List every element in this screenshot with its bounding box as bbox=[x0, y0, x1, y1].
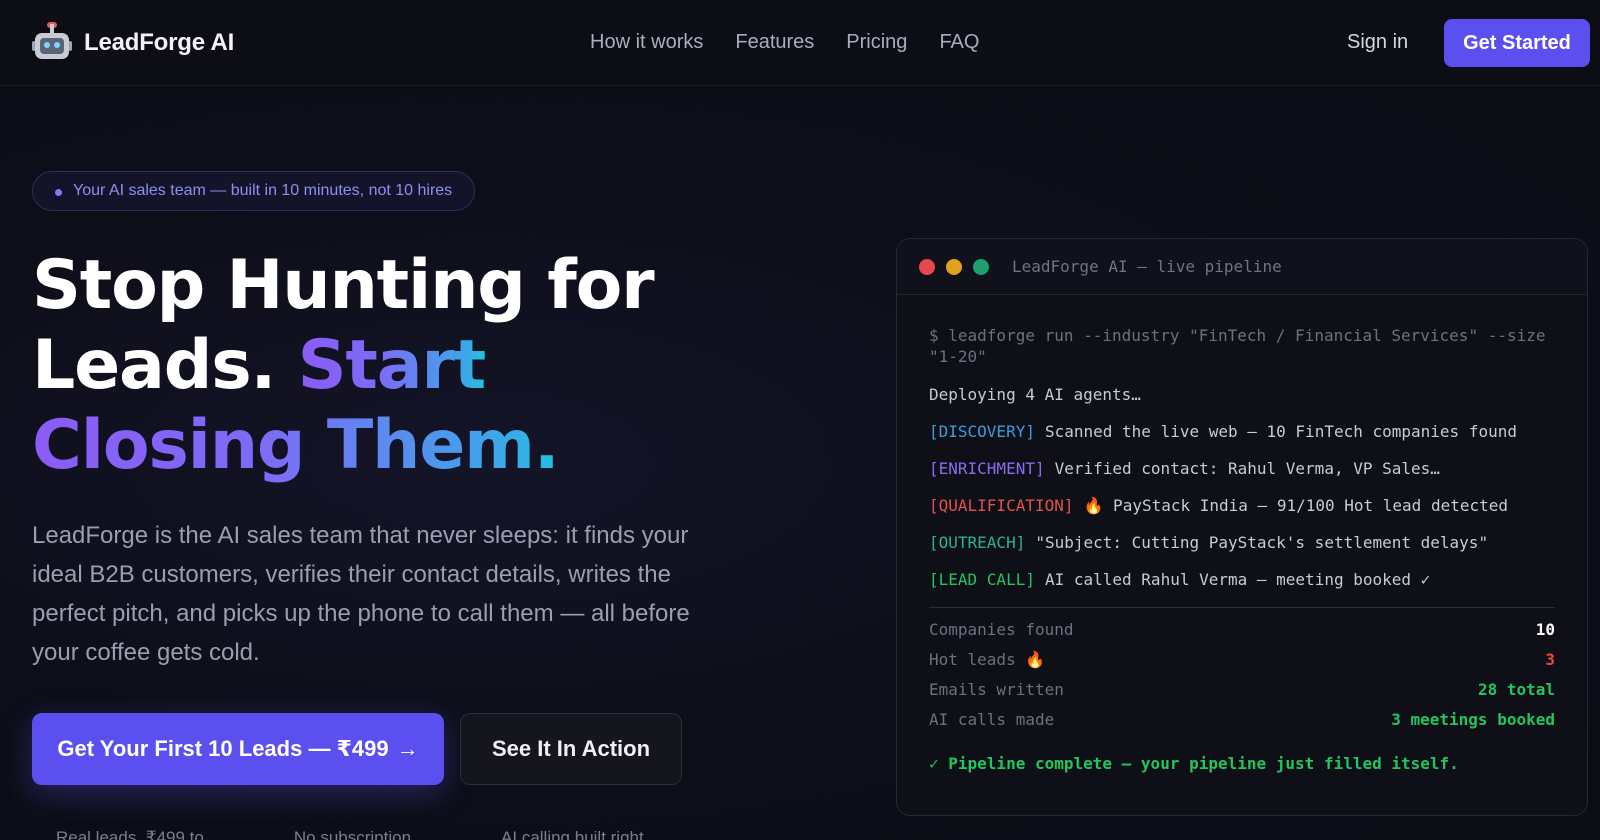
stat-row: AI calls made 3 meetings booked bbox=[929, 710, 1555, 740]
footnote-item: AI calling built right bbox=[501, 828, 644, 840]
stat-row: Emails written 28 total bbox=[929, 680, 1555, 710]
badge-dot-icon bbox=[55, 189, 62, 196]
log-tag: [OUTREACH] bbox=[929, 533, 1026, 552]
top-nav: LeadForge AI How it works Features Prici… bbox=[0, 0, 1600, 86]
nav-link-how-it-works[interactable]: How it works bbox=[590, 31, 703, 54]
get-started-button[interactable]: Get Started bbox=[1444, 19, 1590, 67]
terminal-log-line: [DISCOVERY] Scanned the live web — 10 Fin… bbox=[929, 421, 1555, 458]
nav-link-features[interactable]: Features bbox=[735, 31, 814, 54]
stat-label: Companies found bbox=[929, 620, 1074, 639]
terminal-stats: Companies found 10 Hot leads 🔥 3 Emails writ… bbox=[929, 620, 1555, 740]
footnote-item: Real leads, ₹499 to bbox=[56, 828, 204, 840]
robot-icon bbox=[32, 22, 72, 62]
sign-in-link[interactable]: Sign in bbox=[1347, 31, 1408, 54]
terminal-divider bbox=[929, 607, 1555, 608]
footnote-item: No subscription bbox=[293, 828, 412, 840]
terminal-log-line: [OUTREACH] "Subject: Cutting PayStack's s… bbox=[929, 532, 1555, 569]
log-tag: [DISCOVERY] bbox=[929, 422, 1035, 441]
terminal-log: [DISCOVERY] Scanned the live web — 10 Fin… bbox=[929, 421, 1555, 606]
log-text: "Subject: Cutting PayStack's settlement … bbox=[1035, 533, 1489, 552]
nav-links: How it works Features Pricing FAQ bbox=[590, 31, 1011, 54]
stat-value: 28 total bbox=[1477, 680, 1555, 699]
hero-footnotes: Real leads, ₹499 to No subscription AI c… bbox=[56, 828, 734, 840]
terminal-log-line: [QUALIFICATION] 🔥 PayStack India — 91/100… bbox=[929, 495, 1555, 532]
see-it-in-action-button[interactable]: See It In Action bbox=[460, 713, 682, 785]
stat-label: AI calls made bbox=[929, 710, 1055, 729]
stat-row: Hot leads 🔥 3 bbox=[929, 650, 1555, 680]
terminal-body: $ leadforge run --industry "FinTech / Fi… bbox=[897, 295, 1587, 773]
stat-label: Emails written bbox=[929, 680, 1064, 699]
primary-cta-label: Get Your First 10 Leads — ₹499 bbox=[57, 736, 389, 761]
get-first-leads-button[interactable]: Get Your First 10 Leads — ₹499 → bbox=[32, 713, 444, 785]
headline-gradient-1: Start bbox=[297, 326, 487, 405]
log-tag: [LEAD CALL] bbox=[929, 570, 1035, 589]
brand[interactable]: LeadForge AI bbox=[32, 22, 235, 62]
log-text: 🔥 PayStack India — 91/100 Hot lead detec… bbox=[1083, 496, 1509, 515]
log-tag: [QUALIFICATION] bbox=[929, 496, 1074, 515]
maximize-dot-icon bbox=[973, 258, 989, 275]
minimize-dot-icon bbox=[946, 258, 962, 275]
terminal-command: $ leadforge run --industry "FinTech / Fi… bbox=[929, 326, 1546, 366]
stat-value: 10 bbox=[1535, 620, 1555, 639]
hero-badge: Your AI sales team — built in 10 minutes… bbox=[32, 171, 476, 211]
stat-row: Companies found 10 bbox=[929, 620, 1555, 650]
stat-value: 3 meetings booked bbox=[1391, 710, 1555, 729]
hero-badge-text: Your AI sales team — built in 10 minutes… bbox=[73, 182, 453, 199]
arrow-right-icon: → bbox=[396, 736, 419, 761]
log-text: Scanned the live web — 10 FinTech compan… bbox=[1044, 422, 1517, 441]
hero-description: LeadForge is the AI sales team that neve… bbox=[32, 522, 690, 666]
log-tag: [ENRICHMENT] bbox=[929, 459, 1045, 478]
terminal-deploying: Deploying 4 AI agents… bbox=[929, 385, 1141, 404]
terminal-title-bar: LeadForge AI — live pipeline bbox=[897, 239, 1587, 295]
stat-label: Hot leads 🔥 bbox=[929, 650, 1046, 669]
pipeline-complete-message: ✓ Pipeline complete — your pipeline just… bbox=[929, 754, 1459, 773]
terminal-title: LeadForge AI — live pipeline bbox=[1012, 257, 1282, 276]
terminal-log-line: [ENRICHMENT] Verified contact: Rahul Verm… bbox=[929, 458, 1555, 495]
stat-value: 3 bbox=[1545, 650, 1555, 669]
headline-gradient-2: Closing Them. bbox=[32, 406, 560, 485]
terminal-log-line: [LEAD CALL] AI called Rahul Verma — meeti… bbox=[929, 569, 1555, 606]
close-dot-icon bbox=[919, 258, 935, 275]
log-text: Verified contact: Rahul Verma, VP Sales… bbox=[1054, 459, 1440, 478]
nav-link-pricing[interactable]: Pricing bbox=[846, 31, 907, 54]
nav-link-faq[interactable]: FAQ bbox=[939, 31, 979, 54]
hero-headline: Stop Hunting for Leads. Start Closing Th… bbox=[32, 246, 732, 486]
brand-name: LeadForge AI bbox=[84, 29, 235, 56]
log-text: AI called Rahul Verma — meeting booked ✓ bbox=[1044, 570, 1431, 589]
pipeline-terminal: LeadForge AI — live pipeline $ leadforge… bbox=[896, 238, 1588, 816]
